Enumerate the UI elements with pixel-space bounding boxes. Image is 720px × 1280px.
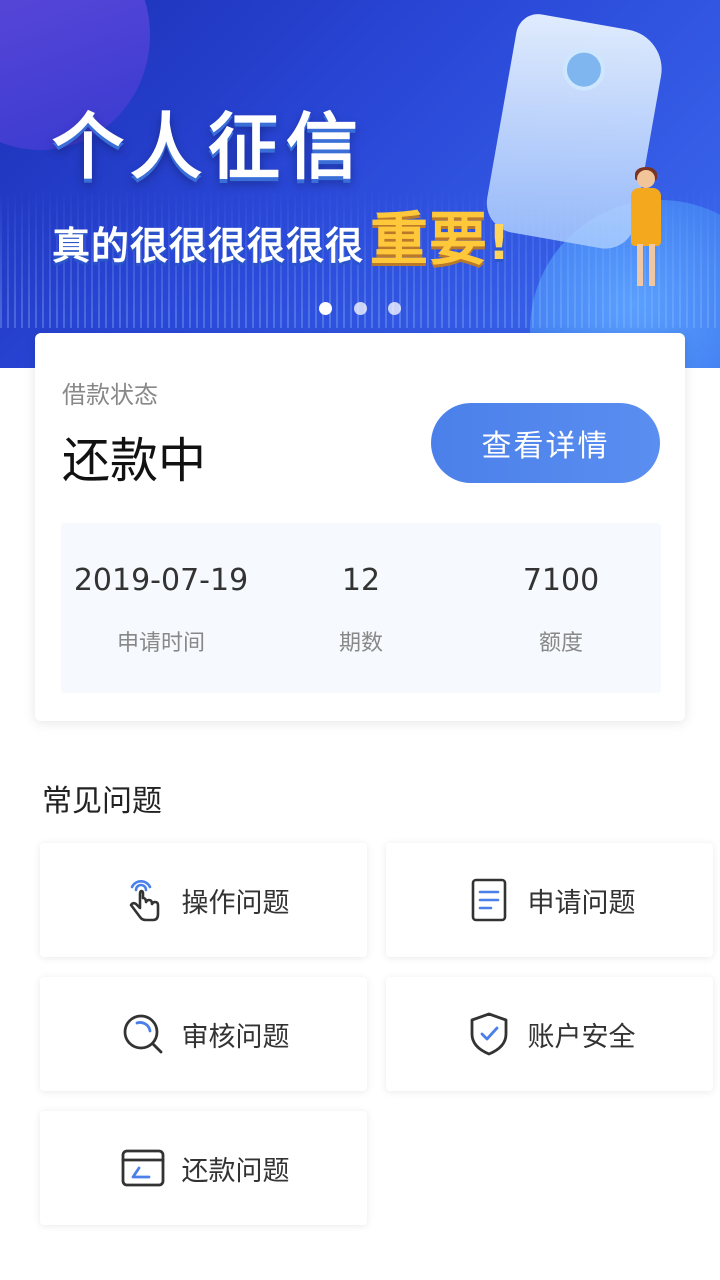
faq-item-review[interactable]: 审核问题 [40, 977, 367, 1091]
seal-icon [559, 45, 609, 94]
person-illustration [625, 167, 665, 290]
banner-subtitle-text: 真的很很很很很很 [52, 224, 365, 268]
faq-item-operation[interactable]: 操作问题 [40, 843, 367, 957]
loan-status-value: 还款中 [62, 433, 207, 489]
loan-stats: 2019-07-19 申请时间 12 期数 7100 额度 [61, 523, 661, 693]
faq-item-repayment[interactable]: 还款问题 [40, 1111, 367, 1225]
faq-item-label: 申请问题 [527, 887, 636, 919]
stat-periods: 12 期数 [261, 523, 461, 693]
carousel-dot[interactable] [319, 302, 333, 315]
stat-value: 7100 [522, 563, 600, 598]
carousel-dot[interactable] [387, 302, 401, 315]
carousel-dot[interactable] [353, 302, 367, 315]
faq-item-account-security[interactable]: 账户安全 [386, 977, 713, 1091]
banner-subtitle-accent: 重要 [370, 205, 489, 273]
stat-apply-date: 2019-07-19 申请时间 [61, 523, 261, 693]
stat-value: 2019-07-19 [73, 563, 249, 598]
stat-label: 额度 [538, 631, 583, 656]
faq-item-label: 账户安全 [527, 1021, 636, 1053]
promo-banner[interactable]: 个人征信 真的很很很很很很 重要! [0, 0, 720, 368]
banner-subtitle: 真的很很很很很很 重要! [52, 192, 511, 276]
stat-label: 期数 [338, 631, 383, 656]
stat-limit: 7100 额度 [461, 523, 661, 693]
tap-hand-icon [118, 875, 168, 925]
faq-section-title: 常见问题 [42, 784, 162, 819]
faq-item-application[interactable]: 申请问题 [386, 843, 713, 957]
search-icon [118, 1009, 168, 1059]
banner-title: 个人征信 [52, 105, 365, 189]
stat-value: 12 [341, 563, 381, 598]
carousel-dots [0, 300, 720, 319]
faq-item-label: 还款问题 [181, 1155, 290, 1187]
shield-check-icon [464, 1009, 514, 1059]
card-icon [118, 1143, 168, 1193]
stat-label: 申请时间 [116, 631, 205, 656]
faq-item-label: 操作问题 [181, 887, 290, 919]
loan-status-label: 借款状态 [62, 381, 158, 409]
document-icon [464, 875, 514, 925]
loan-status-card: 借款状态 还款中 查看详情 2019-07-19 申请时间 12 期数 7100… [35, 333, 685, 721]
faq-item-label: 审核问题 [181, 1021, 290, 1053]
page: 个人征信 真的很很很很很很 重要! 借款状态 还款中 查看详情 2019-07-1… [0, 0, 720, 1280]
banner-subtitle-exclamation: ! [488, 215, 511, 271]
view-details-button[interactable]: 查看详情 [431, 403, 660, 483]
